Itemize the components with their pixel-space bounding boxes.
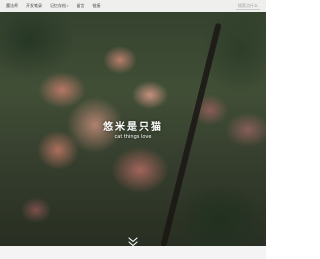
page: 魔法师 开发笔录 记忆存档▾ 留言 链接 搜索点什么 悠米是只猫 cat thi… (0, 0, 266, 259)
search-field[interactable]: 搜索点什么 (236, 2, 260, 10)
content-area-top (0, 246, 266, 259)
nav-item-label: 开发笔录 (26, 3, 42, 8)
nav-item-label: 留言 (76, 3, 85, 8)
search-input[interactable]: 搜索点什么 (238, 3, 258, 9)
nav-item-label: 魔法师 (6, 3, 18, 8)
nav-item-label: 链接 (92, 3, 101, 8)
top-navbar: 魔法师 开发笔录 记忆存档▾ 留言 链接 搜索点什么 (0, 0, 266, 12)
nav-item-4[interactable]: 链接 (93, 3, 101, 9)
nav-item-2[interactable]: 记忆存档▾ (50, 3, 69, 9)
chevron-down-icon: ▾ (67, 4, 69, 8)
scroll-down-button[interactable] (126, 233, 140, 247)
hero-subtitle: cat things love (114, 134, 152, 140)
nav-item-0[interactable]: 魔法师 (6, 3, 18, 9)
nav-item-label: 记忆存档 (50, 3, 66, 8)
hero-title: 悠米是只猫 (103, 122, 163, 133)
nav-item-3[interactable]: 留言 (77, 3, 85, 9)
nav-item-1[interactable]: 开发笔录 (26, 3, 42, 9)
